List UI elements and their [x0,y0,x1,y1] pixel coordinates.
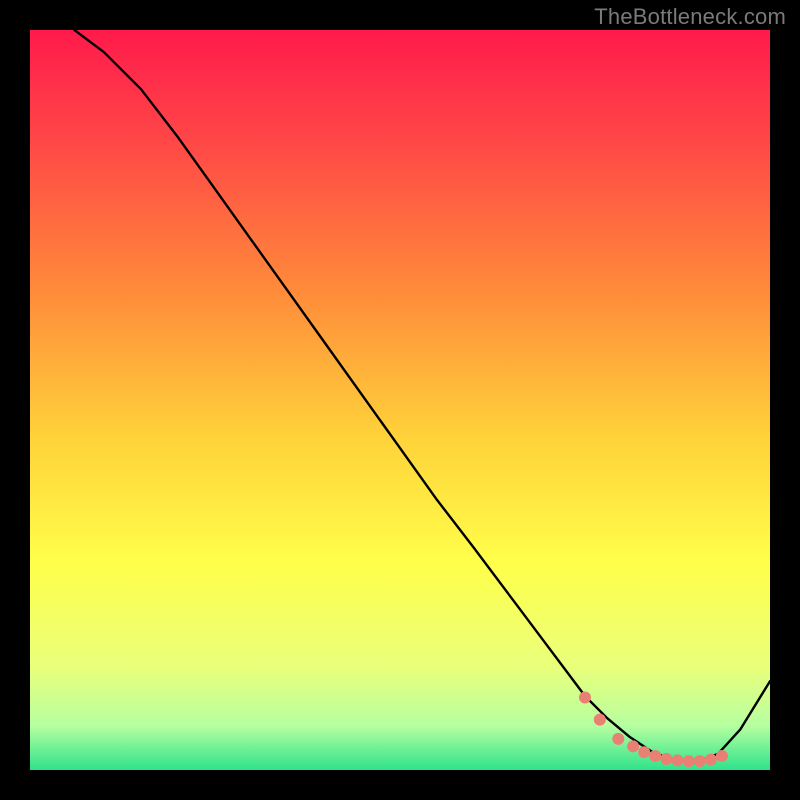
chart-svg [30,30,770,770]
chart-frame: TheBottleneck.com [0,0,800,800]
highlight-dot [705,754,717,766]
highlight-dot [594,714,606,726]
highlight-dot [716,750,728,762]
highlight-dot [683,755,695,767]
highlight-dot [612,733,624,745]
plot-area [30,30,770,770]
highlight-dot [649,750,661,762]
highlight-dot [672,754,684,766]
highlight-dot [694,755,706,767]
highlight-dot [660,753,672,765]
highlight-dot [627,740,639,752]
attribution-text: TheBottleneck.com [594,4,786,30]
highlight-dot [579,691,591,703]
gradient-background [30,30,770,770]
highlight-dot [638,746,650,758]
